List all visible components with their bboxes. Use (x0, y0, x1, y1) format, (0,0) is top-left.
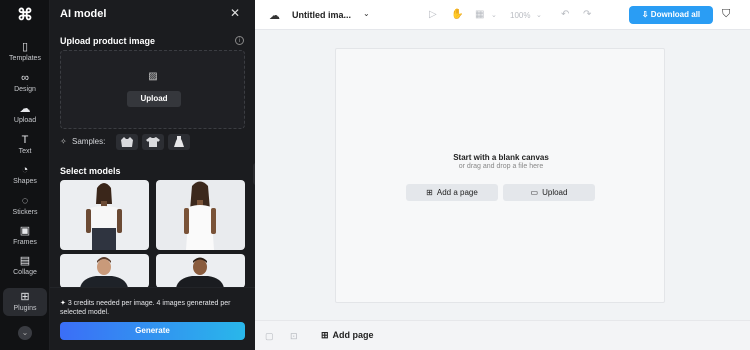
rail-item-label: Templates (9, 55, 41, 62)
rail-item-label: Collage (13, 269, 37, 276)
image-add-icon: ▨ (148, 71, 158, 82)
rail-item-label: Design (14, 86, 36, 93)
rail-item-plugins[interactable]: ⊞ Plugins (3, 288, 47, 316)
rail-item-label: Stickers (12, 209, 38, 216)
play-icon[interactable]: ▷ (429, 9, 437, 20)
credits-text: 3 credits needed per image. 4 images gen… (60, 300, 231, 316)
rail-item-label: Frames (13, 239, 37, 246)
upload-product-label: Upload product image (60, 36, 156, 46)
close-icon[interactable]: ✕ (228, 6, 242, 20)
upload-icon: ☁ (19, 103, 31, 115)
rail-item-templates[interactable]: ▯ Templates (3, 40, 47, 70)
rail-item-design[interactable]: ∞ Design (3, 71, 47, 101)
blank-canvas-title: Start with a blank canvas (453, 153, 549, 162)
canvas-upload-label: Upload (542, 188, 568, 197)
chevron-down-icon[interactable]: ⌄ (491, 11, 497, 19)
model-card-2[interactable] (156, 180, 245, 250)
ai-model-panel: AI model ✕ Upload product image i ▨ Uplo… (50, 0, 255, 350)
rail-item-label: Text (18, 148, 32, 155)
notes-icon[interactable]: ▢ (265, 331, 274, 342)
panel-footer: ✦ 3 credits needed per image. 4 images g… (50, 287, 255, 350)
credits-note: ✦ 3 credits needed per image. 4 images g… (60, 299, 245, 317)
add-page-button[interactable]: ⊞ Add page (321, 330, 374, 341)
chevron-down-icon[interactable]: ⌄ (536, 11, 542, 19)
upload-button[interactable]: Upload (127, 91, 181, 107)
add-a-page-label: Add a page (436, 188, 478, 197)
add-a-page-button[interactable]: ⊞ Add a page (406, 184, 498, 201)
rail-item-collage[interactable]: ▤ Collage (3, 254, 47, 284)
frames-icon: ▣ (19, 225, 31, 237)
rail-item-stickers[interactable]: ◌ Stickers (3, 194, 47, 224)
collage-icon: ▤ (19, 255, 31, 267)
stickers-icon: ◌ (21, 195, 29, 207)
model-card-1[interactable] (60, 180, 149, 250)
design-icon: ∞ (21, 72, 29, 84)
top-bar: ☁ Untitled ima... ⌄ ▷ ✋ ▦ ⌄ 100% ⌄ ↶ ↷ ⇩… (255, 0, 750, 30)
artboard[interactable]: Start with a blank canvas or drag and dr… (335, 48, 665, 303)
chevron-down-icon[interactable]: ⌄ (18, 326, 32, 340)
text-icon: T (21, 134, 29, 146)
sparkle-icon: ✦ (60, 300, 66, 307)
sample-thumb-dress[interactable] (168, 134, 190, 150)
download-all-label: Download all (650, 10, 701, 19)
zoom-level[interactable]: 100% (510, 11, 530, 20)
capcut-logo-icon[interactable]: ⌘ (13, 6, 37, 26)
rail-item-frames[interactable]: ▣ Frames (3, 224, 47, 254)
plugins-icon: ⊞ (20, 291, 30, 303)
panel-title: AI model (60, 8, 107, 20)
upload-dropzone[interactable]: ▨ Upload (60, 50, 245, 129)
rail-item-label: Upload (13, 117, 37, 124)
samples-label: Samples: (72, 137, 106, 146)
add-page-label: Add page (332, 330, 374, 340)
generate-button[interactable]: Generate (60, 322, 245, 340)
rail-item-label: Shapes (13, 178, 37, 185)
rail-item-upload[interactable]: ☁ Upload (3, 102, 47, 132)
shield-icon[interactable]: ⛉ (722, 8, 730, 21)
bottom-bar: ▢ ⊡ ⊞ Add page (255, 320, 750, 350)
monitor-icon: ▭ (530, 188, 539, 197)
sample-thumb-jacket[interactable] (116, 134, 138, 150)
download-icon: ⇩ (641, 10, 651, 19)
info-icon[interactable]: i (235, 36, 244, 45)
model-card-4[interactable] (156, 254, 245, 288)
add-page-icon: ⊞ (321, 330, 329, 340)
sparkle-icon: ✧ (60, 137, 67, 146)
add-page-icon: ⊞ (426, 188, 433, 197)
redo-icon[interactable]: ↷ (583, 9, 591, 20)
chevron-down-icon[interactable]: ⌄ (363, 9, 370, 18)
rail-item-shapes[interactable]: ◔ Shapes (3, 163, 47, 193)
grid-icon[interactable]: ⊡ (290, 331, 298, 342)
undo-icon[interactable]: ↶ (561, 9, 569, 20)
layout-icon[interactable]: ▦ (475, 9, 484, 20)
sample-thumb-tshirt[interactable] (142, 134, 164, 150)
download-all-button[interactable]: ⇩ Download all (629, 6, 713, 24)
shapes-icon: ◔ (21, 164, 29, 176)
canvas-upload-button[interactable]: ▭ Upload (503, 184, 595, 201)
hand-icon[interactable]: ✋ (451, 9, 463, 20)
cloud-icon[interactable]: ☁ (269, 9, 280, 22)
left-rail: ⌘ ▯ Templates ∞ Design ☁ Upload T Text ◔… (0, 0, 50, 350)
document-title[interactable]: Untitled ima... (292, 10, 351, 20)
rail-item-label: Plugins (13, 305, 37, 312)
blank-canvas-subtitle: or drag and drop a file here (458, 163, 544, 170)
select-models-label: Select models (60, 166, 121, 176)
templates-icon: ▯ (21, 41, 29, 53)
model-card-3[interactable] (60, 254, 149, 288)
rail-item-text[interactable]: T Text (3, 133, 47, 163)
